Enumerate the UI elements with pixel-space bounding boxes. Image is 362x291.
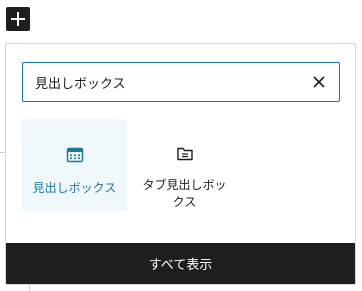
- show-all-label: すべて表示: [148, 258, 213, 273]
- folder-icon: [173, 143, 197, 164]
- block-item-tab-heading-box[interactable]: タブ見出しボックス: [132, 119, 237, 211]
- calendar-icon: [63, 143, 87, 167]
- block-item-label: 見出しボックス: [32, 181, 117, 195]
- plus-icon: [11, 12, 25, 26]
- add-block-button[interactable]: [6, 7, 30, 31]
- block-item-heading-box[interactable]: 見出しボックス: [22, 119, 127, 211]
- block-search-input[interactable]: [23, 63, 303, 101]
- block-item-label: タブ見出しボックス: [142, 178, 227, 209]
- block-inserter-popover: 見出しボックス タブ見出しボックス すべて表示: [5, 43, 356, 285]
- background-guide-line-vertical: [29, 284, 30, 291]
- block-results-list: 見出しボックス タブ見出しボックス: [22, 119, 237, 211]
- clear-search-button[interactable]: [303, 66, 335, 98]
- block-search-field: [22, 62, 340, 102]
- close-icon: [313, 76, 325, 88]
- show-all-button[interactable]: すべて表示: [6, 243, 355, 284]
